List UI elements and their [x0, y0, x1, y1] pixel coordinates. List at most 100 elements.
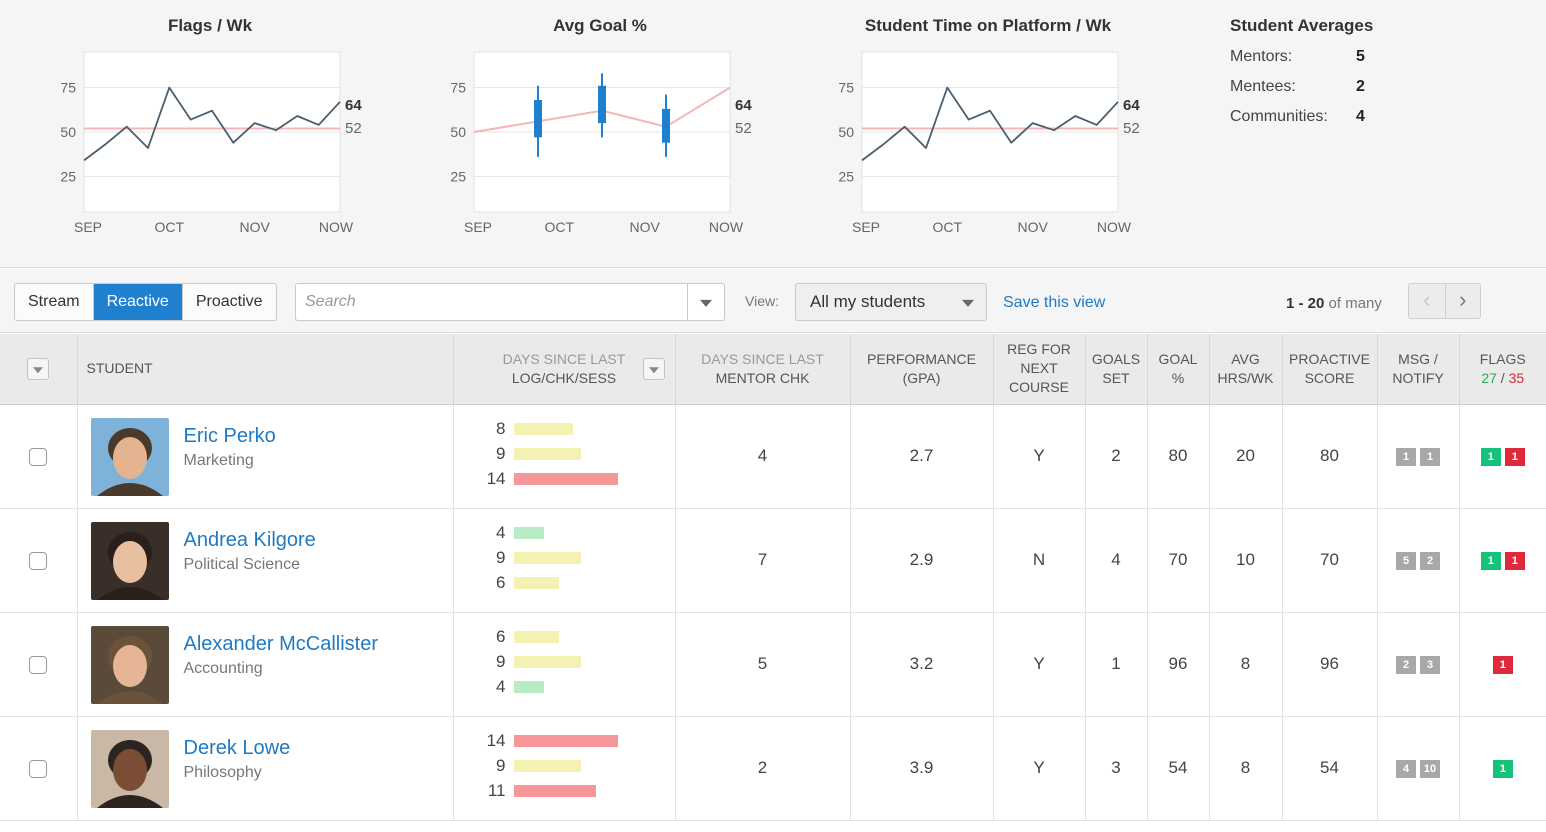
days-bar-row: 11 [454, 781, 654, 801]
days-bar-row: 8 [454, 419, 654, 439]
view-select-value: All my students [810, 292, 926, 311]
header-msg-notify[interactable]: MSG / NOTIFY [1377, 334, 1460, 405]
goal-pct-cell: 70 [1147, 508, 1210, 613]
header-goals-set[interactable]: GOALS SET [1085, 334, 1148, 405]
select-all-dropdown[interactable] [27, 357, 50, 380]
tab-proactive[interactable]: Proactive [183, 284, 276, 320]
msg-badge[interactable]: 5 [1396, 551, 1416, 570]
header-student[interactable]: STUDENT [77, 334, 454, 405]
msg-badge[interactable]: 1 [1420, 447, 1440, 466]
header-line: MSG / [1398, 350, 1438, 367]
avatar[interactable] [90, 417, 169, 496]
days-since-last-cell: 4 9 6 [453, 508, 676, 613]
header-days-since-mentor-chk[interactable]: DAYS SINCE LAST MENTOR CHK [675, 334, 851, 405]
header-line: COURSE [1009, 379, 1069, 396]
days-bar-row: 4 [454, 677, 654, 697]
row-select-cell [0, 612, 78, 717]
averages-row-communities: Communities: 4 [1230, 108, 1490, 138]
header-goal-pct[interactable]: GOAL % [1147, 334, 1210, 405]
days-value: 9 [496, 755, 506, 775]
row-checkbox[interactable] [29, 655, 48, 674]
avatar[interactable] [90, 625, 169, 704]
end-label-average: 52 [345, 120, 362, 137]
chart-svg: 25 50 75 SEP OCT NOV NOW 64 52 [450, 51, 752, 235]
save-view-link[interactable]: Save this view [1003, 294, 1105, 312]
chart-time-on-platform: Student Time on Platform / Wk 25 50 75 SEP O… [778, 0, 1158, 268]
header-line: REG FOR [1007, 341, 1071, 358]
flag-badge-red[interactable]: 1 [1492, 655, 1513, 674]
msg-badge[interactable]: 3 [1420, 655, 1440, 674]
next-page-button[interactable]: › [1444, 284, 1481, 318]
msg-badge[interactable]: 1 [1396, 447, 1416, 466]
days-bar-row: 6 [454, 627, 654, 647]
msg-badge[interactable]: 4 [1396, 759, 1416, 778]
mentor-chk-cell: 4 [675, 404, 851, 509]
row-checkbox[interactable] [29, 447, 48, 466]
tab-stream[interactable]: Stream [15, 284, 94, 320]
averages-row-mentors: Mentors: 5 [1230, 48, 1490, 78]
table-row[interactable]: Eric Perko Marketing 8 9 14 4 2.7 Y 2 80 [0, 404, 1546, 509]
x-tick-label: OCT [155, 219, 185, 235]
avatar-photo [90, 521, 169, 600]
msg-notify-cell: 52 [1377, 508, 1460, 613]
avg-hrs-cell: 10 [1209, 508, 1283, 613]
student-name-link[interactable]: Andrea Kilgore [184, 529, 316, 552]
msg-badge[interactable]: 2 [1396, 655, 1416, 674]
row-select-cell [0, 508, 78, 613]
tab-reactive[interactable]: Reactive [93, 284, 183, 320]
days-bar-row: 9 [454, 444, 654, 464]
averages-label: Mentees: [1230, 78, 1296, 95]
row-checkbox[interactable] [29, 759, 48, 778]
student-name-link[interactable]: Alexander McCallister [184, 633, 379, 656]
header-reg-next-course[interactable]: REG FOR NEXT COURSE [993, 334, 1086, 405]
avatar[interactable] [90, 521, 169, 600]
header-line: (GPA) [902, 369, 941, 386]
header-proactive-score[interactable]: PROACTIVE SCORE [1282, 334, 1378, 405]
sort-dropdown[interactable] [642, 358, 665, 380]
header-flags[interactable]: FLAGS 27 / 35 [1459, 334, 1546, 405]
chevron-down-icon [962, 299, 974, 307]
prev-page-button[interactable]: ‹ [1409, 284, 1445, 318]
x-tick-label: SEP [464, 219, 492, 235]
mode-tabs: Stream Reactive Proactive [14, 283, 277, 321]
student-cell: Eric Perko Marketing [77, 404, 454, 509]
chart-avg-goal: Avg Goal % 25 50 75 SEP OCT NOV NOW 64 52 [390, 0, 770, 268]
header-days-since-last-log[interactable]: DAYS SINCE LAST LOG/CHK/SESS [453, 334, 676, 405]
flag-badge-green[interactable]: 1 [1492, 759, 1513, 778]
header-performance[interactable]: PERFORMANCE (GPA) [850, 334, 994, 405]
x-tick-label: NOV [239, 219, 270, 235]
days-value: 14 [486, 730, 506, 750]
gpa-cell: 2.9 [850, 508, 994, 613]
flag-badge-green[interactable]: 1 [1480, 447, 1501, 466]
chevron-down-icon [648, 367, 659, 374]
end-label-average: 52 [1123, 120, 1140, 137]
flag-badge-green[interactable]: 1 [1480, 551, 1501, 570]
students-table: STUDENT DAYS SINCE LAST LOG/CHK/SESS DAY… [0, 334, 1546, 821]
student-name-link[interactable]: Eric Perko [184, 425, 276, 448]
search-dropdown-button[interactable] [687, 284, 724, 320]
table-body: Eric Perko Marketing 8 9 14 4 2.7 Y 2 80 [0, 404, 1546, 821]
table-row[interactable]: Derek Lowe Philosophy 14 9 11 2 3.9 Y 3 … [0, 716, 1546, 821]
y-tick-label: 25 [838, 168, 854, 184]
header-avg-hrs[interactable]: AVG HRS/WK [1209, 334, 1283, 405]
x-tick-label: OCT [933, 219, 963, 235]
days-bars: 8 9 14 [454, 405, 675, 508]
mentor-chk-cell: 2 [675, 716, 851, 821]
goals-set-cell: 1 [1085, 612, 1148, 717]
flag-badge-red[interactable]: 1 [1504, 551, 1525, 570]
student-name-link[interactable]: Derek Lowe [184, 737, 291, 760]
end-label-average: 52 [735, 120, 752, 137]
search-input[interactable] [296, 284, 688, 320]
msg-badge[interactable]: 10 [1420, 759, 1440, 778]
avatar-photo [90, 625, 169, 704]
table-row[interactable]: Andrea Kilgore Political Science 4 9 6 7… [0, 508, 1546, 613]
table-row[interactable]: Alexander McCallister Accounting 6 9 4 5… [0, 612, 1546, 717]
view-select[interactable]: All my students [795, 283, 987, 321]
avatar[interactable] [90, 729, 169, 808]
days-bar [513, 447, 581, 460]
header-line: NOTIFY [1392, 369, 1444, 386]
msg-notify-cell: 11 [1377, 404, 1460, 509]
msg-badge[interactable]: 2 [1420, 551, 1440, 570]
flag-badge-red[interactable]: 1 [1504, 447, 1525, 466]
row-checkbox[interactable] [29, 551, 48, 570]
